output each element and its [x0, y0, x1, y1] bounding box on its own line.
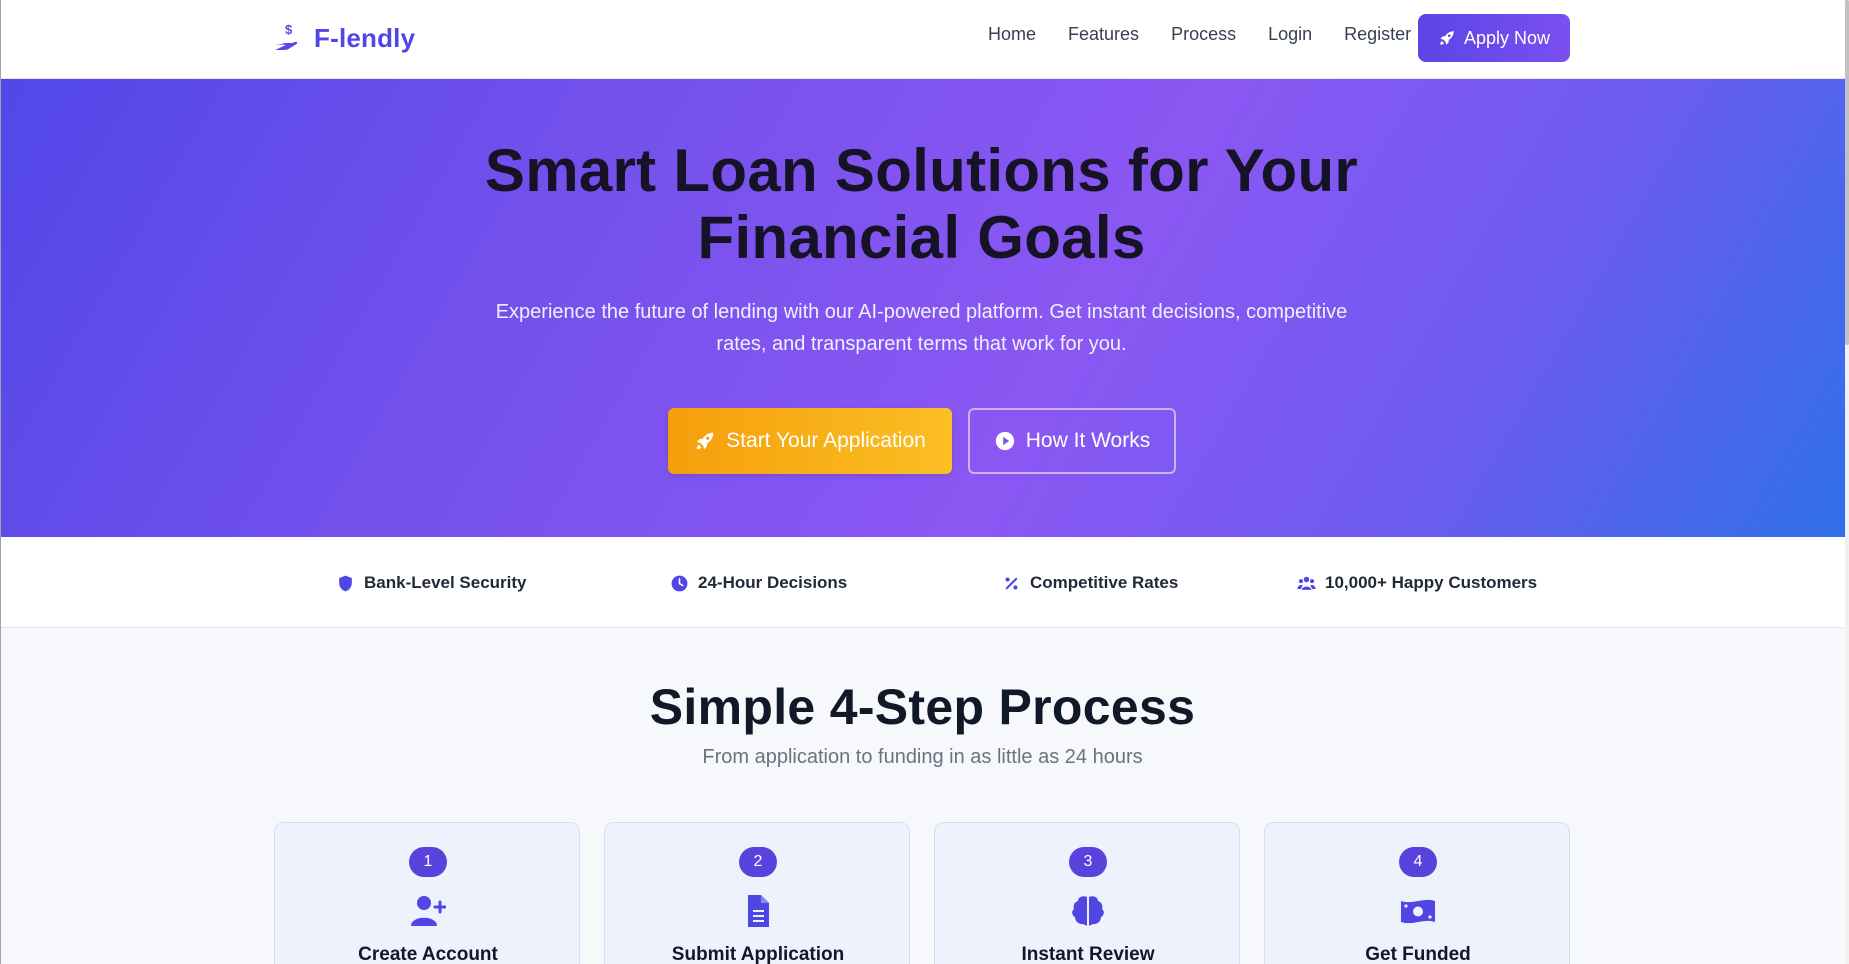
trust-label: Competitive Rates: [1030, 573, 1179, 592]
brain-icon: [1072, 896, 1104, 926]
rocket-icon: [1440, 31, 1454, 45]
step-number-badge: 1: [409, 847, 447, 877]
start-application-label: Start Your Application: [726, 429, 926, 452]
step-title: Instant Review: [1021, 944, 1155, 964]
shield-icon: [339, 575, 352, 591]
process-title: Simple 4-Step Process: [649, 679, 1196, 735]
play-circle-icon: [995, 431, 1014, 451]
brand-logo[interactable]: $ F-lendly: [272, 22, 415, 54]
page: $ F-lendly Home Features Process Login R…: [0, 0, 1849, 964]
users-icon: [1297, 576, 1316, 590]
step-title: Get Funded: [1365, 944, 1471, 964]
file-text-icon: [748, 895, 769, 927]
apply-now-label: Apply Now: [1463, 27, 1551, 48]
trust-item-decisions: 24-Hour Decisions: [670, 573, 847, 593]
trust-badges: Bank-Level Security 24-Hour Decisions Co…: [0, 537, 1845, 628]
start-application-button[interactable]: Start Your Application: [668, 408, 952, 474]
hero-title: Smart Loan Solutions for Your Financial …: [484, 137, 1359, 271]
how-it-works-button[interactable]: How It Works: [968, 408, 1176, 474]
hand-holding-dollar-icon: $: [275, 22, 298, 50]
page-scrollbar[interactable]: [1845, 0, 1849, 964]
trust-item-security: Bank-Level Security: [336, 573, 527, 593]
step-card-get-funded: 4 Get Funded: [1264, 822, 1570, 964]
nav-link-home[interactable]: Home: [988, 24, 1036, 45]
step-card-create-account: 1 Create Account: [274, 822, 580, 964]
svg-text:$: $: [285, 22, 293, 37]
scrollbar-thumb[interactable]: [1845, 0, 1849, 345]
trust-label: 24-Hour Decisions: [698, 573, 848, 592]
percent-icon: [1005, 576, 1018, 590]
rocket-icon: [696, 432, 714, 450]
nav-link-features[interactable]: Features: [1068, 24, 1139, 45]
money-bill-icon: [1401, 899, 1435, 924]
step-card-submit-application: 2 Submit Application: [604, 822, 910, 964]
step-card-instant-review: 3 Instant Review: [934, 822, 1240, 964]
hero-subtitle: Experience the future of lending with ou…: [495, 301, 1348, 355]
trust-item-rates: Competitive Rates: [1002, 573, 1178, 593]
step-icon-wrap: [1069, 893, 1107, 929]
step-title: Create Account: [358, 944, 498, 964]
top-navbar: $ F-lendly Home Features Process Login R…: [0, 0, 1845, 79]
step-icon-wrap: [1399, 893, 1437, 929]
trust-label: 10,000+ Happy Customers: [1325, 573, 1538, 592]
process-subtitle: From application to funding in as little…: [702, 746, 1143, 768]
nav-link-process[interactable]: Process: [1171, 24, 1236, 45]
step-icon-wrap: [409, 893, 447, 929]
trust-label: Bank-Level Security: [364, 573, 527, 592]
step-number-badge: 4: [1399, 847, 1437, 877]
step-title: Submit Application: [671, 944, 845, 964]
nav-link-register[interactable]: Register: [1344, 24, 1411, 45]
step-icon-wrap: [739, 893, 777, 929]
trust-item-customers: 10,000+ Happy Customers: [1297, 573, 1537, 593]
hero-section: Smart Loan Solutions for Your Financial …: [0, 79, 1845, 537]
nav-link-login[interactable]: Login: [1268, 24, 1312, 45]
nav-links: Home Features Process Login Register: [988, 24, 1411, 45]
brand-name: F-lendly: [314, 22, 416, 53]
apply-now-button[interactable]: Apply Now: [1418, 14, 1570, 62]
step-number-badge: 2: [739, 847, 777, 877]
clock-icon: [671, 575, 688, 591]
step-number-badge: 3: [1069, 847, 1107, 877]
how-it-works-label: How It Works: [1025, 429, 1151, 452]
user-plus-icon: [411, 896, 446, 926]
window-border: [0, 0, 1, 964]
process-section: Simple 4-Step Process From application t…: [0, 628, 1845, 964]
